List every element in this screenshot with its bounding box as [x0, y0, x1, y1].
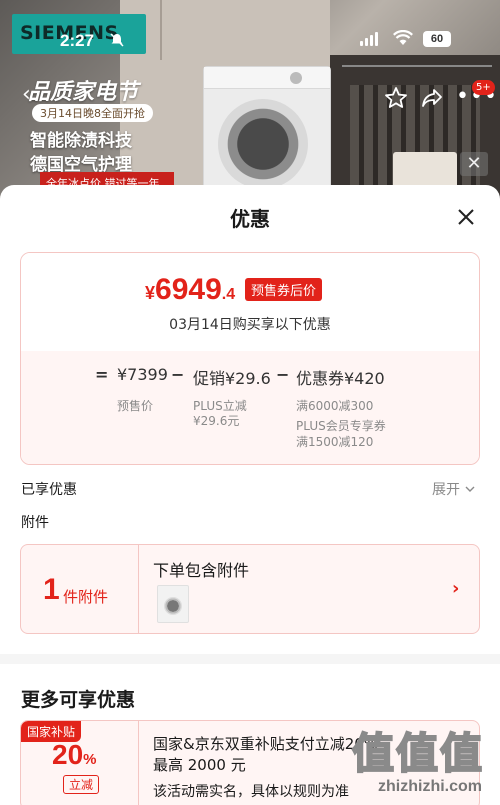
signal-icon: [360, 32, 378, 46]
price-breakdown-card: ¥ 6949 .4 预售券后价 03月14日购买享以下优惠 = ¥7399 − …: [20, 252, 480, 465]
promo-line: 智能除渍科技: [30, 131, 132, 151]
promo-date: 3月14日晚8全面开抢: [32, 104, 153, 122]
chevron-right-icon[interactable]: ›: [452, 578, 459, 599]
coupon-detail: 满6000减300: [296, 399, 374, 413]
minus-sign: −: [276, 365, 290, 384]
mute-icon: [110, 33, 124, 47]
attachment-title: 下单包含附件: [153, 561, 250, 580]
promotion-detail: PLUS立减: [193, 399, 247, 413]
coupon-amount: 优惠券¥420: [296, 369, 385, 388]
coupon-detail: PLUS会员专享券: [296, 419, 386, 433]
washer-image: [203, 66, 331, 194]
coupon-detail: 满1500减120: [296, 435, 374, 449]
presale-price: ¥7399: [117, 365, 168, 384]
status-time: 2:27: [60, 31, 95, 50]
subsidy-type: 立减: [63, 775, 100, 794]
attachments-label: 附件: [21, 515, 49, 531]
equals-sign: =: [95, 365, 109, 384]
sheet-title: 优惠: [230, 207, 270, 231]
final-price: ¥ 6949 .4: [145, 273, 236, 306]
subsidy-rule: 该活动需实名，具体以规则为准: [153, 784, 349, 800]
battery-indicator: 60: [423, 31, 451, 47]
more-discounts-title: 更多可享优惠: [21, 689, 136, 711]
attachment-thumbnail[interactable]: [157, 585, 189, 623]
purchase-date-note: 03月14日购买享以下优惠: [169, 317, 331, 333]
expand-button[interactable]: 展开: [432, 479, 476, 499]
presale-price-tag: 预售券后价: [245, 278, 323, 301]
attachment-unit: 件附件: [63, 588, 109, 606]
product-page-background: SIEMENS 2:27 60 ‹ 品质家电节 3月14日晚8全面开抢 智能除渍…: [0, 0, 500, 200]
promo-title: 品质家电节: [28, 80, 139, 105]
subsidy-description: 国家&京东双重补贴支付立减20%: [153, 735, 379, 753]
favorite-icon[interactable]: [384, 86, 408, 110]
cart-badge: 5+: [472, 80, 495, 95]
promotion-amount: 促销¥29.6: [193, 369, 271, 388]
minus-sign: −: [171, 365, 185, 384]
discount-sheet: 优惠 ¥ 6949 .4 预售券后价 03月14日购买享以下优惠 = ¥7399…: [0, 185, 500, 805]
price-formula: = ¥7399 − 促销¥29.6 − 优惠券¥420: [21, 365, 479, 389]
close-thumbnail-icon[interactable]: ✕: [460, 152, 488, 176]
section-divider: [0, 654, 500, 664]
wifi-icon: [393, 29, 413, 46]
enjoyed-discounts-label: 已享优惠: [21, 482, 77, 498]
attachment-count: 1: [43, 573, 60, 606]
share-icon[interactable]: [420, 86, 444, 110]
subsidy-percent: 20%: [52, 739, 97, 770]
subsidy-limit: 最高 2000 元: [153, 756, 246, 774]
chevron-down-icon: [465, 486, 475, 492]
expand-label: 展开: [432, 482, 460, 498]
close-icon[interactable]: [454, 205, 478, 229]
presale-price-label: 预售价: [117, 399, 154, 413]
watermark-logo: 值值值 zhizhizhi.com: [351, 728, 485, 795]
promotion-detail: ¥29.6元: [193, 414, 240, 428]
attachment-card[interactable]: 1 件附件 下单包含附件 ›: [20, 544, 480, 634]
